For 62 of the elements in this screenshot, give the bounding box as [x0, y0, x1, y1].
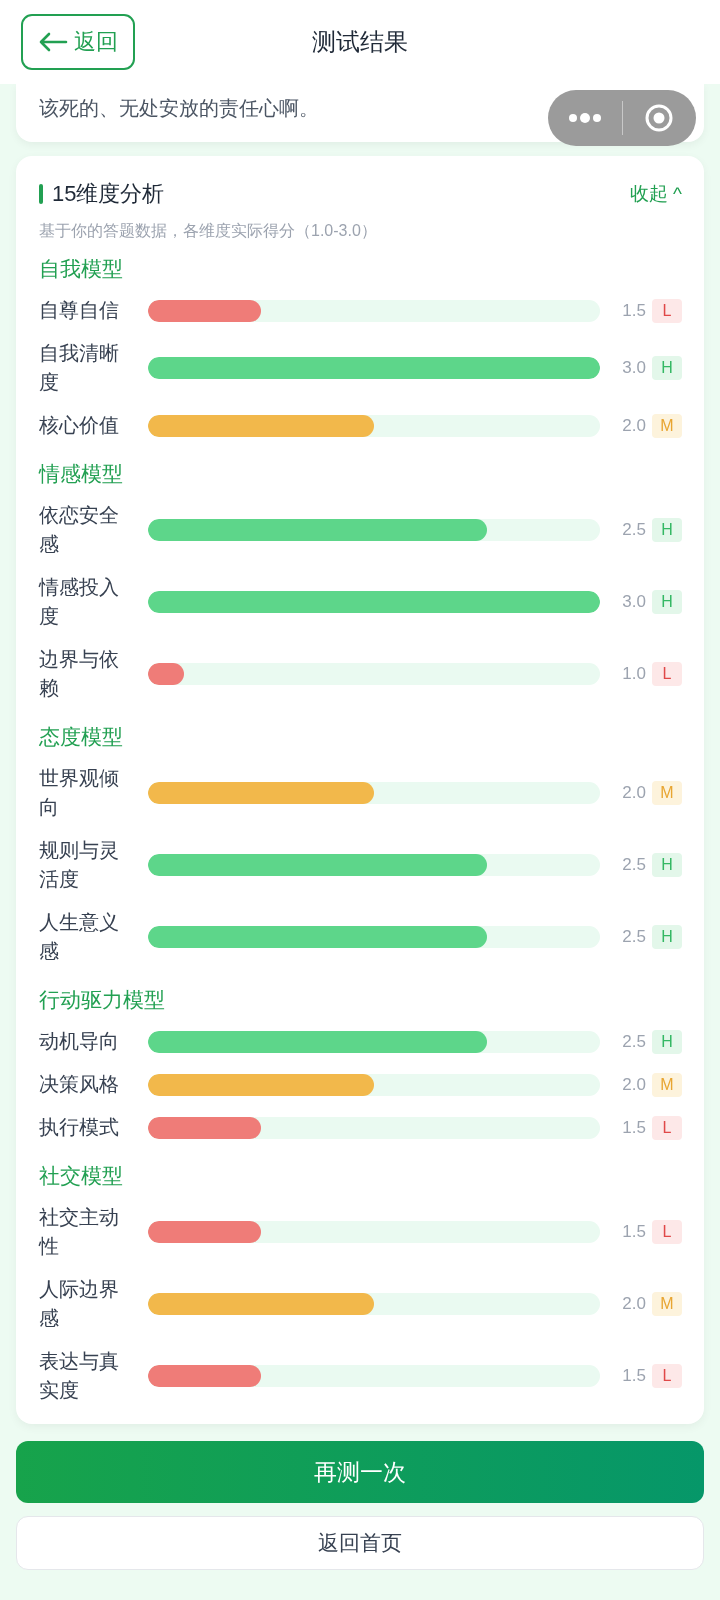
score-value: 3.0 — [621, 358, 646, 378]
retest-button[interactable]: 再测一次 — [16, 1441, 704, 1503]
subtitle-text: 基于你的答题数据，各维度实际得分（1.0-3.0） — [39, 221, 378, 241]
level-badge: M — [652, 413, 682, 438]
group-heading: 情感模型 — [39, 461, 124, 487]
level-badge: M — [652, 781, 682, 805]
dimension-label: 依恋安全感 — [39, 503, 120, 557]
dimension-label: 自我清晰度 — [39, 341, 120, 395]
group-heading: 自我模型 — [39, 256, 124, 282]
dimension-label: 人生意义感 — [39, 910, 120, 964]
dimension-label: 人际边界感 — [39, 1277, 120, 1331]
level-badge: H — [652, 1029, 682, 1054]
group-heading: 态度模型 — [39, 724, 124, 750]
level-badge: M — [652, 1292, 682, 1316]
page-title: 测试结果 — [312, 27, 408, 57]
dimension-label: 社交主动性 — [39, 1205, 120, 1259]
level-badge: H — [652, 853, 682, 877]
score-value: 1.5 — [621, 1117, 646, 1138]
score-value: 3.0 — [621, 592, 646, 612]
group-heading: 行动驱力模型 — [39, 987, 166, 1013]
level-badge: H — [652, 925, 682, 949]
score-value: 2.0 — [621, 1074, 646, 1095]
dimension-label: 表达与真实度 — [39, 1349, 120, 1403]
level-badge: M — [652, 1072, 682, 1097]
score-value: 2.0 — [621, 783, 646, 803]
score-value: 2.5 — [621, 927, 646, 947]
ring-dot-icon[interactable] — [645, 104, 674, 132]
level-badge: L — [652, 1364, 682, 1388]
dimension-label: 世界观倾向 — [39, 766, 120, 820]
dimension-label: 核心价值 — [39, 413, 120, 438]
group-heading: 社交模型 — [39, 1163, 124, 1189]
score-value: 2.0 — [621, 415, 646, 436]
level-badge: L — [652, 1220, 682, 1244]
more-icon[interactable] — [567, 112, 602, 124]
level-badge: H — [652, 590, 682, 614]
dimension-label: 边界与依赖 — [39, 647, 120, 701]
score-value: 2.0 — [621, 1294, 646, 1314]
dimension-label: 规则与灵活度 — [39, 838, 120, 892]
back-button[interactable]: 返回 — [21, 14, 135, 70]
summary-text: 该死的、无处安放的责任心啊。 — [39, 96, 319, 121]
back-arrow-icon — [38, 32, 68, 52]
level-badge: L — [652, 298, 682, 323]
level-badge: H — [652, 518, 682, 542]
dimension-label: 自尊自信 — [39, 298, 120, 323]
level-badge: L — [652, 1115, 682, 1140]
level-badge: H — [652, 356, 682, 380]
dimension-label: 动机导向 — [39, 1029, 120, 1054]
section-title: 15维度分析 — [52, 180, 165, 208]
accent-bar-icon — [39, 184, 43, 204]
score-value: 1.5 — [621, 1366, 646, 1386]
level-badge: L — [652, 662, 682, 686]
collapse-button[interactable]: 收起 ^ — [629, 180, 682, 208]
dimension-label: 执行模式 — [39, 1115, 120, 1140]
dimension-label: 情感投入度 — [39, 575, 120, 629]
score-value: 2.5 — [621, 855, 646, 875]
score-value: 2.5 — [621, 520, 646, 540]
score-value: 1.0 — [621, 664, 646, 684]
score-value: 2.5 — [621, 1031, 646, 1052]
home-button[interactable]: 返回首页 — [16, 1516, 704, 1570]
score-value: 1.5 — [621, 1222, 646, 1242]
dimension-label: 决策风格 — [39, 1072, 120, 1097]
score-value: 1.5 — [621, 300, 646, 321]
